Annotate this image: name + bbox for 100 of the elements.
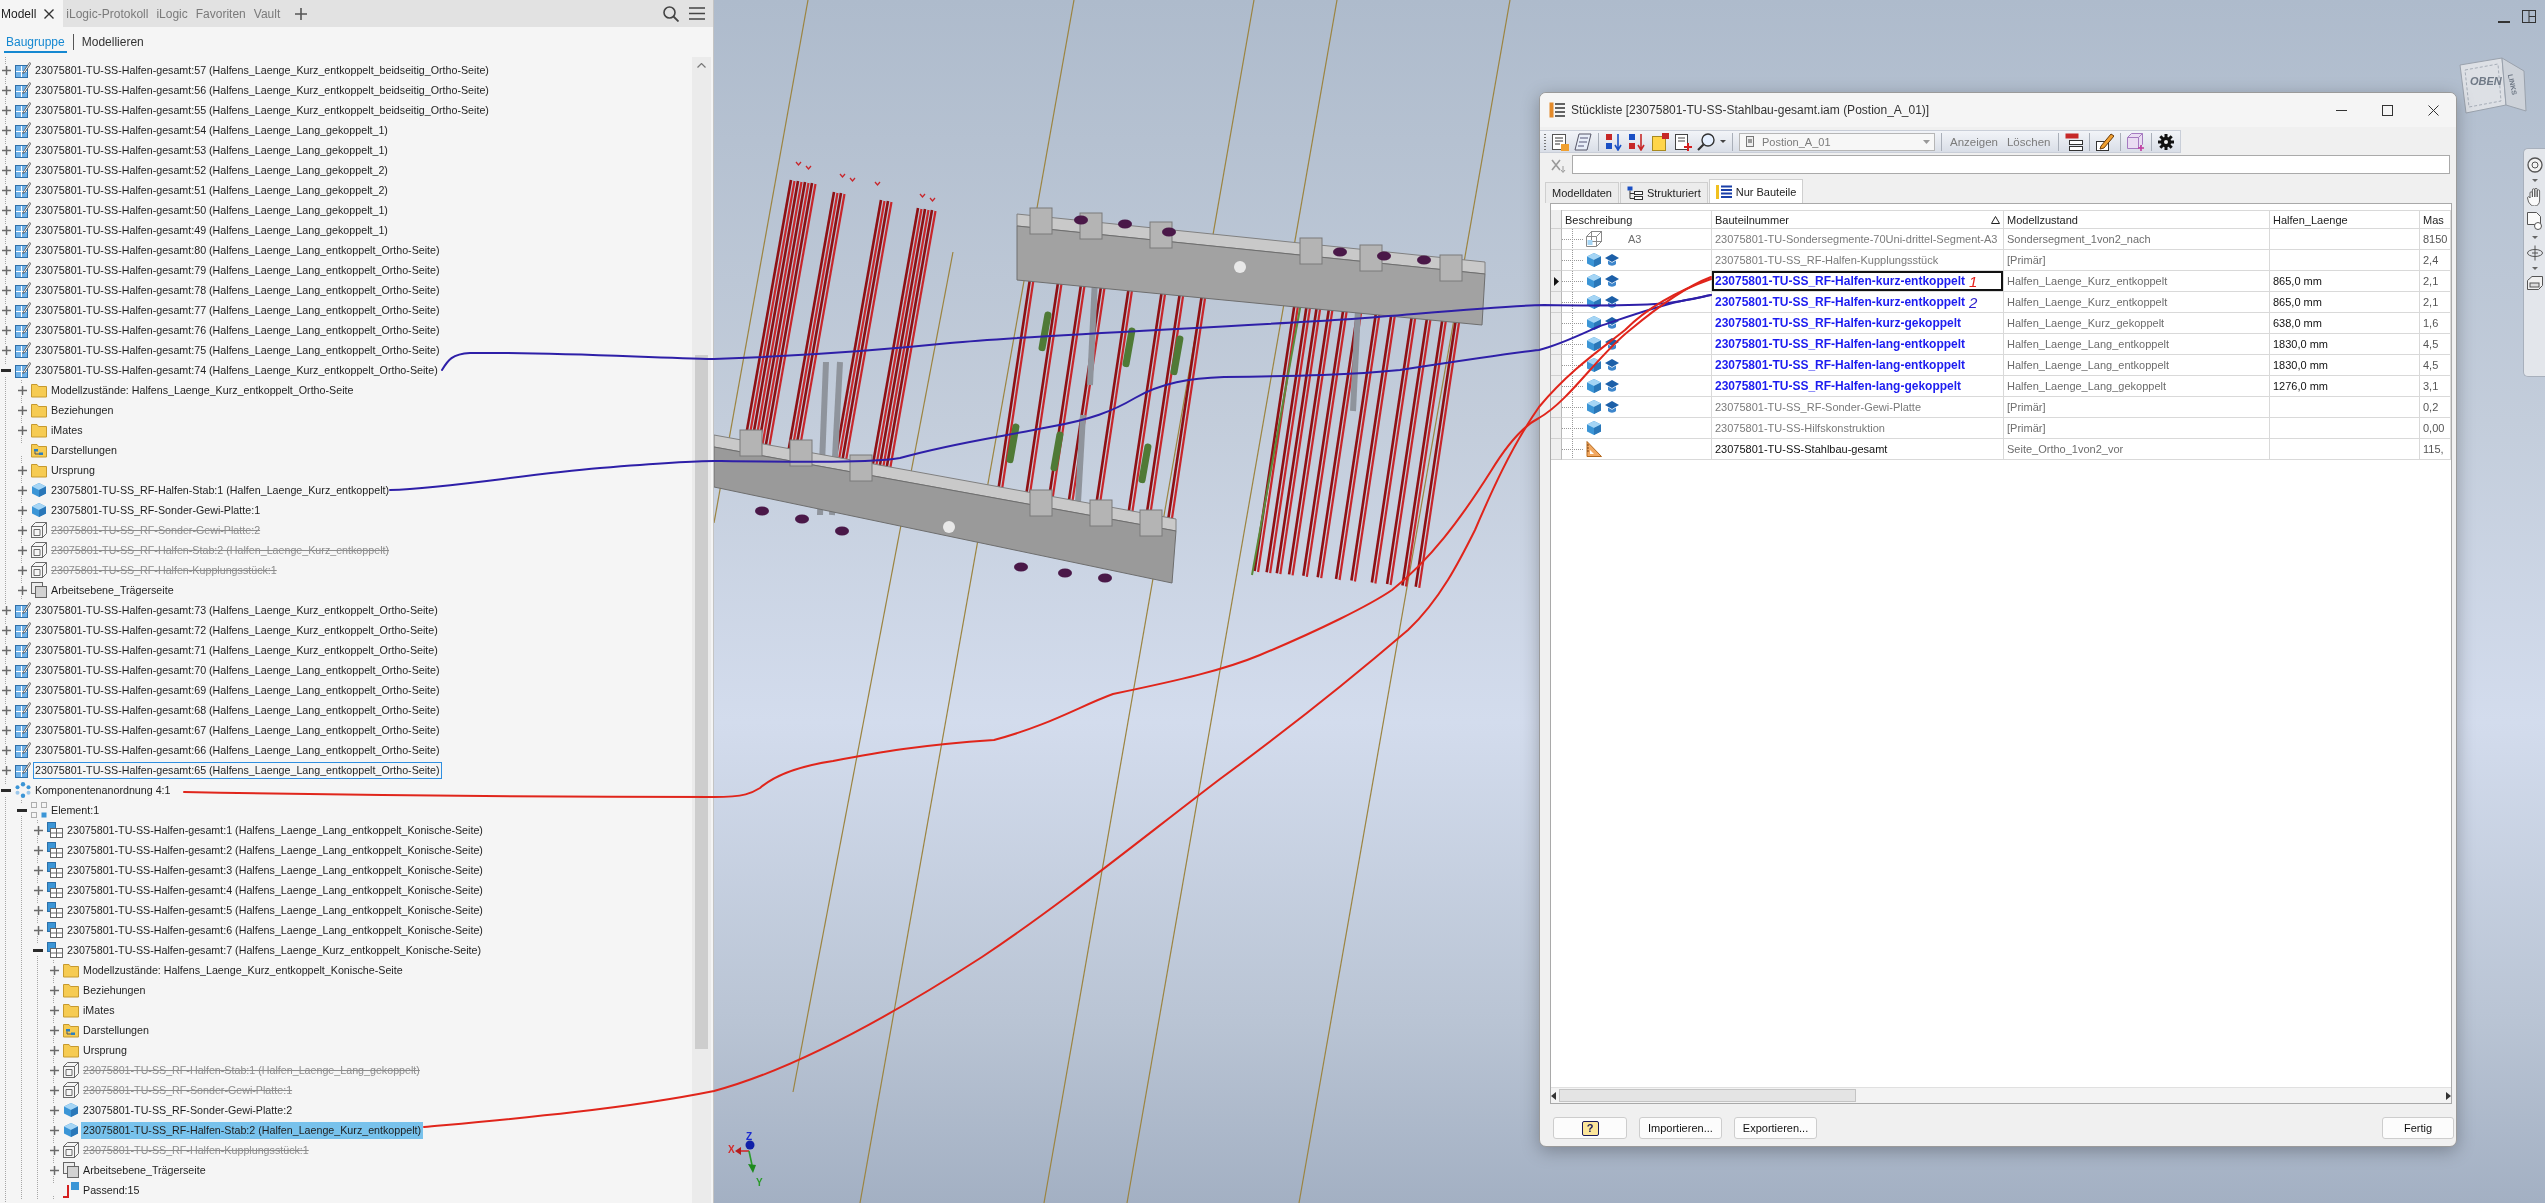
- tree-item[interactable]: Element:1: [49, 801, 102, 819]
- tree-item[interactable]: Ursprung: [49, 461, 97, 479]
- tree-item[interactable]: 23075801-TU-SS-Halfen-gesamt:4 (Halfens_Laenge_Lang_entkoppelt_Konische-Seite): [65, 881, 485, 899]
- tree-item[interactable]: 23075801-TU-SS-Halfen-gesamt:68 (Halfens_Laenge_Lang_entkoppelt_Ortho-Seite): [33, 701, 442, 719]
- tree-item[interactable]: 23075801-TU-SS-Halfen-gesamt:50 (Halfens_Laenge_Lang_gekoppelt_1): [33, 201, 390, 219]
- tree-item[interactable]: Beziehungen: [49, 401, 116, 419]
- column-header[interactable]: Mas: [2420, 210, 2451, 229]
- plus-icon[interactable]: [49, 985, 59, 995]
- plus-icon[interactable]: [49, 1045, 59, 1055]
- caret-icon[interactable]: [2531, 236, 2538, 239]
- zoom-window-icon[interactable]: [2526, 212, 2543, 230]
- column-header[interactable]: Bauteilnummer: [1712, 210, 2004, 229]
- help-button[interactable]: ?: [1553, 1117, 1627, 1139]
- tree-item[interactable]: Komponentenanordnung 4:1: [33, 781, 173, 799]
- rows-icon[interactable]: [2065, 132, 2084, 151]
- tree-item[interactable]: 23075801-TU-SS-Halfen-gesamt:57 (Halfens_Laenge_Kurz_entkoppelt_beidseitig_Ortho-Seite): [33, 61, 491, 79]
- plus-icon[interactable]: [49, 1025, 59, 1035]
- plus-icon[interactable]: [1, 745, 11, 755]
- close-icon[interactable]: [44, 8, 55, 19]
- plus-icon[interactable]: [17, 405, 27, 415]
- tree-item[interactable]: 23075801-TU-SS_RF-Sonder-Gewi-Platte:2: [81, 1101, 295, 1119]
- plus-icon[interactable]: [1, 225, 11, 235]
- plus-icon[interactable]: [1, 185, 11, 195]
- plus-icon[interactable]: [49, 1085, 59, 1095]
- split-view-icon[interactable]: [2522, 10, 2536, 23]
- tree-item[interactable]: 23075801-TU-SS-Halfen-gesamt:1 (Halfens_Laenge_Lang_entkoppelt_Konische-Seite): [65, 821, 485, 839]
- tree-item[interactable]: 23075801-TU-SS-Halfen-gesamt:56 (Halfens_Laenge_Kurz_entkoppelt_beidseitig_Ortho-Seite): [33, 81, 491, 99]
- plus-icon[interactable]: [1, 205, 11, 215]
- search-icon[interactable]: [663, 5, 679, 22]
- plus-icon[interactable]: [33, 845, 43, 855]
- plus-icon[interactable]: [1, 325, 11, 335]
- close-icon[interactable]: [2427, 104, 2439, 116]
- tree-item[interactable]: Ursprung: [81, 1041, 129, 1059]
- done-button[interactable]: Fertig: [2382, 1117, 2454, 1139]
- plus-icon[interactable]: [49, 1005, 59, 1015]
- zoom-icon[interactable]: [2526, 157, 2543, 173]
- plus-icon[interactable]: [1, 105, 11, 115]
- tree-item[interactable]: 23075801-TU-SS-Halfen-gesamt:76 (Halfens_Laenge_Lang_entkoppelt_Ortho-Seite): [33, 321, 442, 339]
- plus-icon[interactable]: [49, 1145, 59, 1155]
- plus-icon[interactable]: [17, 525, 27, 535]
- plus-icon[interactable]: [295, 7, 308, 20]
- tree-item[interactable]: 23075801-TU-SS-Halfen-gesamt:5 (Halfens_Laenge_Lang_entkoppelt_Konische-Seite): [65, 901, 485, 919]
- plus-icon[interactable]: [17, 565, 27, 575]
- tree-item[interactable]: iMates: [49, 421, 85, 439]
- scrollbar-thumb[interactable]: [1559, 1089, 1856, 1102]
- column-header[interactable]: Beschreibung: [1562, 210, 1712, 229]
- plus-icon[interactable]: [33, 905, 43, 915]
- look-at-icon[interactable]: [2526, 276, 2543, 290]
- dialog-tab[interactable]: Strukturiert: [1619, 182, 1708, 203]
- plus-icon[interactable]: [1, 705, 11, 715]
- row-header[interactable]: [1551, 292, 1562, 313]
- tree-item[interactable]: 23075801-TU-SS-Halfen-gesamt:77 (Halfens_Laenge_Lang_entkoppelt_Ortho-Seite): [33, 301, 442, 319]
- plus-icon[interactable]: [17, 485, 27, 495]
- plus-icon[interactable]: [33, 825, 43, 835]
- plus-icon[interactable]: [17, 385, 27, 395]
- tree-item[interactable]: 23075801-TU-SS-Halfen-gesamt:70 (Halfens_Laenge_Lang_entkoppelt_Ortho-Seite): [33, 661, 442, 679]
- tree-item[interactable]: 23075801-TU-SS-Halfen-gesamt:52 (Halfens_Laenge_Lang_gekoppelt_2): [33, 161, 390, 179]
- scroll-right-icon[interactable]: [2446, 1091, 2451, 1100]
- caret-icon[interactable]: [2531, 179, 2538, 182]
- scrollbar-thumb[interactable]: [695, 355, 708, 1049]
- maximize-icon[interactable]: [2381, 104, 2393, 116]
- minus-icon[interactable]: [17, 808, 27, 812]
- pencil-sheet-icon[interactable]: [2096, 132, 2115, 151]
- tree-item[interactable]: 23075801-TU-SS-Halfen-gesamt:51 (Halfens_Laenge_Lang_gekoppelt_2): [33, 181, 390, 199]
- scroll-left-icon[interactable]: [1551, 1091, 1556, 1100]
- tree-item[interactable]: 23075801-TU-SS-Halfen-gesamt:2 (Halfens_Laenge_Lang_entkoppelt_Konische-Seite): [65, 841, 485, 859]
- tree-item[interactable]: 23075801-TU-SS-Halfen-gesamt:7 (Halfens_Laenge_Kurz_entkoppelt_Konische-Seite): [65, 941, 484, 959]
- document-icon[interactable]: [1551, 132, 1569, 151]
- plus-icon[interactable]: [1, 645, 11, 655]
- box-add-icon[interactable]: [2127, 132, 2146, 151]
- minus-icon[interactable]: [1, 368, 11, 372]
- tree-item[interactable]: iMates: [81, 1001, 117, 1019]
- caret-icon[interactable]: [2531, 267, 2538, 270]
- tree-item[interactable]: 23075801-TU-SS-Halfen-gesamt:49 (Halfens_Laenge_Lang_gekoppelt_1): [33, 221, 390, 239]
- pan-hand-icon[interactable]: [2526, 188, 2543, 206]
- tree-item[interactable]: 23075801-TU-SS-Halfen-gesamt:79 (Halfens_Laenge_Lang_entkoppelt_Ortho-Seite): [33, 261, 442, 279]
- orbit-icon[interactable]: [2526, 245, 2543, 261]
- plus-icon[interactable]: [1, 625, 11, 635]
- plus-icon[interactable]: [17, 505, 27, 515]
- plus-icon[interactable]: [1, 145, 11, 155]
- plus-icon[interactable]: [1, 125, 11, 135]
- column-header[interactable]: Halfen_Laenge: [2270, 210, 2420, 229]
- plus-icon[interactable]: [1, 725, 11, 735]
- plus-icon[interactable]: [1, 345, 11, 355]
- plus-icon[interactable]: [1, 85, 11, 95]
- tree-item[interactable]: 23075801-TU-SS-Halfen-gesamt:66 (Halfens_Laenge_Lang_entkoppelt_Ortho-Seite): [33, 741, 442, 759]
- dialog-button[interactable]: Importieren...: [1639, 1117, 1722, 1139]
- tree-item[interactable]: 23075801-TU-SS-Halfen-gesamt:69 (Halfens_Laenge_Lang_entkoppelt_Ortho-Seite): [33, 681, 442, 699]
- plus-icon[interactable]: [33, 885, 43, 895]
- minimize-icon[interactable]: [2335, 109, 2347, 111]
- tree-item[interactable]: 23075801-TU-SS-Halfen-gesamt:3 (Halfens_Laenge_Lang_entkoppelt_Konische-Seite): [65, 861, 485, 879]
- view-tab[interactable]: Baugruppe: [4, 31, 67, 53]
- tree-item[interactable]: 23075801-TU-SS-Halfen-gesamt:73 (Halfens_Laenge_Kurz_entkoppelt_Ortho-Seite): [33, 601, 440, 619]
- tree-item[interactable]: 23075801-TU-SS_RF-Halfen-Stab:1 (Halfen_Laenge_Kurz_entkoppelt): [49, 481, 392, 499]
- minus-icon[interactable]: [1, 788, 11, 792]
- tree-item[interactable]: 23075801-TU-SS-Halfen-gesamt:53 (Halfens_Laenge_Lang_gekoppelt_1): [33, 141, 390, 159]
- plus-icon[interactable]: [1, 305, 11, 315]
- plus-icon[interactable]: [1, 245, 11, 255]
- plus-icon[interactable]: [49, 1105, 59, 1115]
- tree-item[interactable]: 23075801-TU-SS-Halfen-gesamt:80 (Halfens_Laenge_Lang_entkoppelt_Ortho-Seite): [33, 241, 442, 259]
